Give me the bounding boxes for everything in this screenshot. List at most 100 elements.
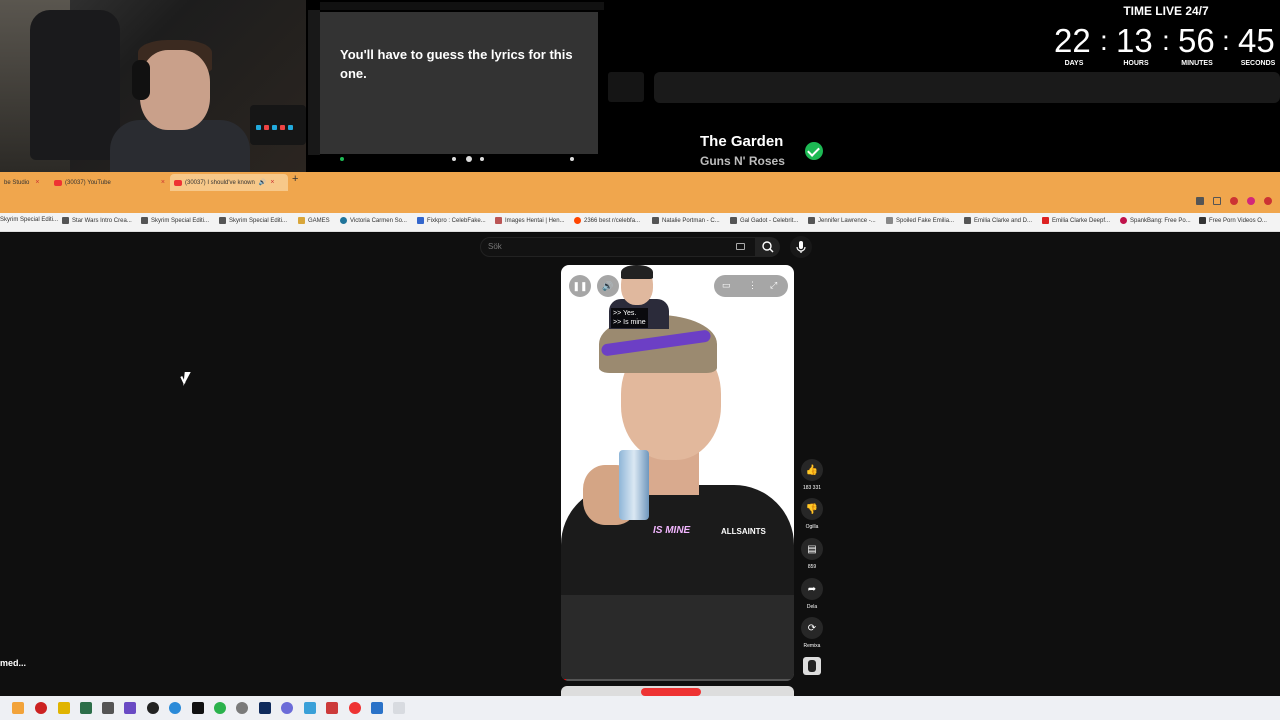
voice-search-button[interactable] — [790, 236, 812, 258]
search-input[interactable] — [480, 237, 756, 257]
taskbar-app-icon[interactable] — [259, 702, 271, 714]
taskbar-app-icon[interactable] — [304, 702, 316, 714]
tab-active-video[interactable]: (30037) I should've known 🔊 × — [170, 174, 288, 191]
energy-drink-can — [619, 450, 649, 520]
bookmark-item[interactable]: SpankBang: Free Po... — [1120, 217, 1191, 224]
bookmark-item[interactable]: Skyrim Special Editi... — [219, 217, 287, 224]
close-icon[interactable]: × — [35, 179, 39, 186]
song-title: The Garden — [700, 133, 784, 150]
bookmark-item[interactable]: Natalie Portman - C... — [652, 217, 720, 224]
share-icon: ➦ — [801, 578, 823, 600]
new-tab-button[interactable]: + — [292, 173, 298, 185]
microphone-icon — [796, 241, 806, 253]
bookmark-item[interactable]: Free Porn Videos O... — [1199, 217, 1267, 224]
taskbar-app-icon[interactable] — [35, 702, 47, 714]
player-controls-right: ▭ ⋮ ⤢ — [714, 275, 788, 297]
tab-bar: be Studio × (30037) YouTube × (30037) I … — [0, 172, 1280, 191]
taskbar-app-icon[interactable] — [214, 702, 226, 714]
extension-icon[interactable] — [1264, 197, 1272, 205]
like-button[interactable]: 👍 183 331 — [801, 459, 823, 491]
bookmark-item[interactable]: Gal Gadot - Celebrit... — [730, 217, 798, 224]
comments-button[interactable]: ▤ 859 — [801, 538, 823, 570]
tab-label: (30037) YouTube — [65, 179, 111, 186]
taskbar-app-icon[interactable] — [236, 702, 248, 714]
taskbar-app-icon[interactable] — [192, 702, 204, 714]
share-button[interactable]: ➦ Dela — [801, 578, 823, 610]
lyrics-panel: You'll have to guess the lyrics for this… — [306, 0, 606, 172]
bookmark-item[interactable]: 2366 best r/celebfa... — [574, 217, 640, 224]
tab-studio[interactable]: be Studio × — [0, 174, 46, 191]
timer-separator: : — [1162, 25, 1170, 56]
mouse-cursor — [183, 372, 197, 386]
timer-minutes: 56 — [1178, 22, 1215, 59]
streamer — [140, 50, 210, 130]
search-placeholder: Sök — [488, 242, 502, 251]
volume-button[interactable]: 🔊 — [597, 275, 619, 297]
address-bar[interactable] — [0, 191, 1280, 213]
bookmark-item[interactable]: Victoria Carmen So... — [340, 217, 407, 224]
taskbar-app-icon[interactable] — [349, 702, 361, 714]
dislike-label: Ogilla — [805, 524, 819, 530]
opera-icon[interactable] — [1230, 197, 1238, 205]
bookmark-item[interactable]: Emilia Clarke Deepf... — [1042, 217, 1110, 224]
bookmark-item[interactable]: Skyrim Special Editi... — [0, 217, 58, 223]
timer-title: TIME LIVE 24/7 — [1123, 4, 1209, 18]
timer-hours-label: HOURS — [1123, 60, 1149, 67]
search-button[interactable] — [756, 237, 780, 257]
bookmark-item[interactable]: Spoiled Fake Emilia... — [886, 217, 954, 224]
comment-count: 859 — [807, 564, 817, 570]
fullscreen-icon[interactable]: ⤢ — [770, 280, 777, 291]
channel-avatar[interactable] — [803, 657, 821, 675]
pause-button[interactable]: ❚❚ — [569, 275, 591, 297]
bookmark-item[interactable]: Jennifer Lawrence -... — [808, 217, 876, 224]
gaming-chair — [30, 10, 120, 160]
taskbar-app-icon[interactable] — [58, 702, 70, 714]
cast-icon[interactable] — [1196, 197, 1204, 205]
taskbar-app-icon[interactable] — [102, 702, 114, 714]
keyboard-icon[interactable] — [736, 243, 745, 250]
taskbar-app-icon[interactable] — [124, 702, 136, 714]
taskbar-app-icon[interactable] — [80, 702, 92, 714]
tab-youtube[interactable]: (30037) YouTube × — [50, 174, 166, 191]
bookmark-item[interactable]: Images Hentai | Hen... — [495, 217, 565, 224]
bookmarks-bar: Skyrim Special Editi... Star Wars Intro … — [0, 213, 1280, 232]
progress-bar[interactable] — [561, 679, 794, 681]
speaker-icon[interactable]: 🔊 — [259, 179, 266, 186]
taskbar-app-icon[interactable] — [12, 702, 24, 714]
timer-separator: : — [1100, 25, 1108, 56]
pause-icon: ❚❚ — [572, 280, 588, 291]
taskbar-app-icon[interactable] — [147, 702, 159, 714]
taskbar-app-icon[interactable] — [326, 702, 338, 714]
timer-days: 22 — [1054, 22, 1091, 59]
taskbar-app-icon[interactable] — [281, 702, 293, 714]
thumbs-up-icon: 👍 — [801, 459, 823, 481]
close-icon[interactable]: × — [161, 179, 165, 186]
webcam-feed — [0, 0, 306, 172]
next-short-preview[interactable] — [561, 686, 794, 696]
taskbar-app-icon[interactable] — [371, 702, 383, 714]
timer-seconds: 45 — [1238, 22, 1275, 59]
tab-label: be Studio — [4, 179, 30, 186]
taskbar-app-icon[interactable] — [169, 702, 181, 714]
bookmark-folder[interactable]: GAMES — [298, 217, 330, 224]
close-icon[interactable]: × — [270, 179, 274, 186]
timer-days-label: DAYS — [1064, 60, 1084, 67]
star-icon[interactable] — [1213, 197, 1221, 205]
song-artist: Guns N' Roses — [700, 154, 785, 168]
more-icon[interactable]: ⋮ — [748, 280, 757, 291]
short-video-player[interactable]: >> Yes. >> Is mine IS MINE ALLSAINTS ❚❚ … — [561, 265, 794, 681]
dislike-button[interactable]: 👎 Ogilla — [801, 498, 823, 530]
volume-icon: 🔊 — [602, 280, 614, 291]
like-count: 183 331 — [802, 485, 822, 491]
extension-icon[interactable] — [1247, 197, 1255, 205]
taskbar-app-icon[interactable] — [393, 702, 405, 714]
remix-button[interactable]: ⟳ Remixa — [801, 617, 823, 649]
tab-label: (30037) I should've known — [185, 179, 255, 186]
youtube-icon — [174, 179, 182, 186]
bookmark-item[interactable]: Emilia Clarke and D... — [964, 217, 1032, 224]
captions-icon[interactable]: ▭ — [722, 280, 731, 291]
bookmark-item[interactable]: Skyrim Special Editi... — [141, 217, 209, 224]
progress-fill — [561, 679, 566, 681]
bookmark-item[interactable]: Star Wars Intro Crea... — [62, 217, 132, 224]
bookmark-item[interactable]: Fixkpro : CelebFake... — [417, 217, 486, 224]
